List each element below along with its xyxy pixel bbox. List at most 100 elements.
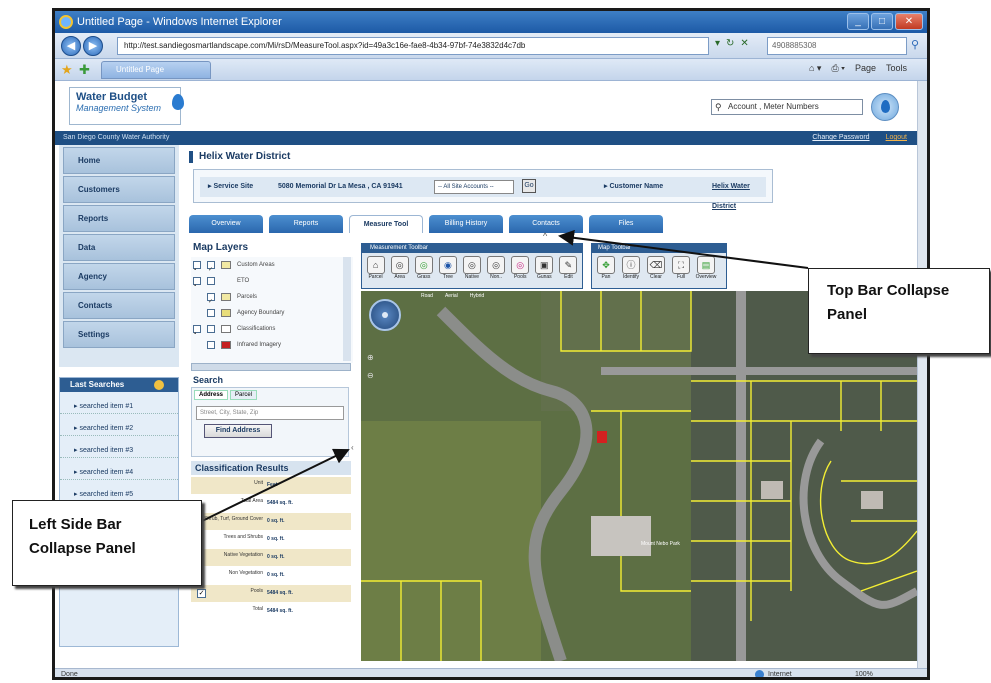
back-button[interactable]: ◀ bbox=[61, 36, 81, 56]
nav-reports[interactable]: Reports bbox=[63, 205, 175, 232]
layers-scrollbar[interactable] bbox=[343, 257, 351, 361]
map-type-bar: Road Aerial Hybrid bbox=[421, 293, 484, 299]
browser-tab[interactable]: Untitled Page bbox=[101, 61, 211, 79]
last-search-item[interactable]: ▸ searched item #1 bbox=[60, 392, 178, 414]
native-icon: ◎ bbox=[462, 256, 481, 274]
page-scrollbar[interactable] bbox=[917, 81, 927, 668]
left-callout-text: Left Side Bar Collapse Panel bbox=[29, 516, 136, 557]
map-type-road[interactable]: Road bbox=[421, 293, 433, 299]
tool-parcel[interactable]: ⌂ Parcel bbox=[365, 256, 386, 280]
close-button[interactable]: ✕ bbox=[895, 13, 923, 30]
layer-item[interactable]: ✓ Parcels bbox=[191, 289, 353, 305]
zoom-level[interactable]: 100% bbox=[855, 669, 873, 677]
tool-area[interactable]: ◎ Area bbox=[389, 256, 410, 280]
table-row: Trees and Shrubs 0 sq. ft. bbox=[191, 531, 351, 549]
tab-overview[interactable]: Overview bbox=[189, 215, 263, 233]
tab-address[interactable]: Address bbox=[194, 390, 229, 400]
tool-full[interactable]: ⛶ Full bbox=[670, 256, 692, 280]
find-address-button[interactable]: Find Address bbox=[204, 424, 272, 438]
map-type-hybrid[interactable]: Hybrid bbox=[470, 293, 484, 299]
url-field[interactable]: http://test.sandiegosmartlandscape.com/M… bbox=[117, 37, 709, 55]
zoom-control[interactable]: ⊕ ⊖ bbox=[367, 349, 374, 385]
nav-contacts[interactable]: Contacts bbox=[63, 292, 175, 319]
nav-agency[interactable]: Agency bbox=[63, 263, 175, 290]
tab-parcel[interactable]: Parcel bbox=[230, 390, 258, 400]
table-row: Shrub, Turf, Ground Cover 0 sq. ft. bbox=[191, 513, 351, 531]
top-collapse-callout: Top Bar Collapse Panel bbox=[808, 268, 990, 354]
tool-overview[interactable]: ▤ Overview bbox=[695, 256, 717, 280]
tool-identify[interactable]: ⓘ Identify bbox=[620, 256, 642, 280]
refresh-stop-icons[interactable]: ▾↻✕ bbox=[715, 38, 755, 49]
edit-icon: ✎ bbox=[559, 256, 578, 274]
logout-link[interactable]: Logout bbox=[886, 131, 907, 145]
tool-pan[interactable]: ✥ Pan bbox=[595, 256, 617, 280]
map-type-aerial[interactable]: Aerial bbox=[445, 293, 458, 299]
tool-grass[interactable]: ◎ Grass bbox=[413, 256, 434, 280]
map-pan-control[interactable] bbox=[369, 299, 401, 331]
layer-item[interactable]: ▪ Classifications bbox=[191, 321, 353, 337]
change-password-link[interactable]: Change Password bbox=[812, 131, 869, 145]
layer-item[interactable]: ▪ ETO bbox=[191, 273, 353, 289]
selected-parcel-marker[interactable] bbox=[597, 431, 607, 443]
search-drop-button[interactable] bbox=[871, 93, 899, 121]
go-button[interactable]: Go bbox=[522, 179, 536, 193]
tab-billing-history[interactable]: Billing History bbox=[429, 215, 503, 233]
gunas-icon: ▣ bbox=[535, 256, 554, 274]
minimize-button[interactable]: _ bbox=[847, 13, 869, 30]
home-icon[interactable]: ⌂ ▾ bbox=[809, 63, 821, 74]
last-search-item[interactable]: ▸ searched item #2 bbox=[60, 414, 178, 436]
customer-link[interactable]: Helix Water District bbox=[712, 177, 766, 217]
add-favorites-icon[interactable]: ✚ bbox=[79, 62, 90, 78]
measurement-toolbar: Measurement Toolbar ⌂ Parcel ◎ Area ◎ Grass… bbox=[361, 243, 583, 289]
address-search-input[interactable]: Street, City, State, Zip bbox=[196, 406, 344, 420]
tool-gunas[interactable]: ▣ Gunas bbox=[534, 256, 555, 280]
logo-subtitle: Management System bbox=[76, 103, 162, 113]
non-vegetation-icon: ◎ bbox=[487, 256, 506, 274]
tab-measure-tool[interactable]: Measure Tool bbox=[349, 215, 423, 233]
nav-settings[interactable]: Settings bbox=[63, 321, 175, 348]
site-accounts-select[interactable]: -- All Site Accounts -- bbox=[434, 180, 514, 194]
last-search-item[interactable]: ▸ searched item #4 bbox=[60, 458, 178, 480]
overview-icon: ▤ bbox=[697, 256, 715, 274]
maximize-button[interactable]: □ bbox=[871, 13, 893, 30]
top-collapse-handle[interactable]: ^ bbox=[543, 231, 547, 241]
last-search-item[interactable]: ▸ searched item #5 bbox=[60, 480, 178, 502]
tools-menu[interactable]: Tools bbox=[886, 63, 907, 74]
tool-tree[interactable]: ◉ Tree bbox=[437, 256, 458, 280]
app-header: Water Budget Management System ⚲ Account… bbox=[55, 81, 917, 131]
search-icon[interactable]: ⚲ bbox=[911, 38, 919, 51]
last-search-item[interactable]: ▸ searched item #3 bbox=[60, 436, 178, 458]
identify-icon: ⓘ bbox=[622, 256, 640, 274]
layers-horizontal-scrollbar[interactable] bbox=[191, 363, 351, 371]
layer-item[interactable]: ▪ ✓ Custom Areas bbox=[191, 257, 353, 273]
nav-customers[interactable]: Customers bbox=[63, 176, 175, 203]
nav-data[interactable]: Data bbox=[63, 234, 175, 261]
browser-search-input[interactable]: 4908885308 bbox=[767, 37, 907, 55]
status-text: Done bbox=[61, 671, 78, 678]
app-logo[interactable]: Water Budget Management System bbox=[69, 87, 184, 125]
agency-name: San Diego County Water Authority bbox=[63, 134, 170, 141]
tool-non[interactable]: ◎ Non.. bbox=[486, 256, 507, 280]
forward-button[interactable]: ▶ bbox=[83, 36, 103, 56]
left-collapse-handle[interactable]: ‹ bbox=[351, 441, 357, 455]
tab-reports[interactable]: Reports bbox=[269, 215, 343, 233]
account-search-input[interactable]: ⚲ Account , Meter Numbers bbox=[711, 99, 863, 115]
tool-edit[interactable]: ✎ Edit bbox=[558, 256, 579, 280]
left-collapse-callout: Left Side Bar Collapse Panel bbox=[12, 500, 202, 586]
print-icon[interactable]: ⎙ ▾ bbox=[831, 63, 844, 74]
water-drop-icon bbox=[172, 94, 184, 110]
nav-home[interactable]: Home bbox=[63, 147, 175, 174]
account-search-placeholder: Account , Meter Numbers bbox=[728, 102, 819, 111]
tool-pools[interactable]: ◎ Pools bbox=[510, 256, 531, 280]
tab-files[interactable]: Files bbox=[589, 215, 663, 233]
tool-clear[interactable]: ⌫ Clear bbox=[645, 256, 667, 280]
page-menu[interactable]: Page bbox=[855, 63, 876, 74]
table-row: ✓ Pools 5484 sq. ft. bbox=[191, 585, 351, 603]
tool-native[interactable]: ◎ Native bbox=[461, 256, 482, 280]
layer-item[interactable]: Infrared Imagery bbox=[191, 337, 353, 353]
collapse-dot-icon[interactable] bbox=[154, 380, 164, 390]
favorites-star-icon[interactable]: ★ bbox=[61, 62, 73, 78]
layer-item[interactable]: Agency Boundary bbox=[191, 305, 353, 321]
customer-name-label: ▸ Customer Name bbox=[604, 183, 664, 190]
service-site-box: ▸ Service Site 5080 Memorial Dr La Mesa … bbox=[193, 169, 773, 210]
